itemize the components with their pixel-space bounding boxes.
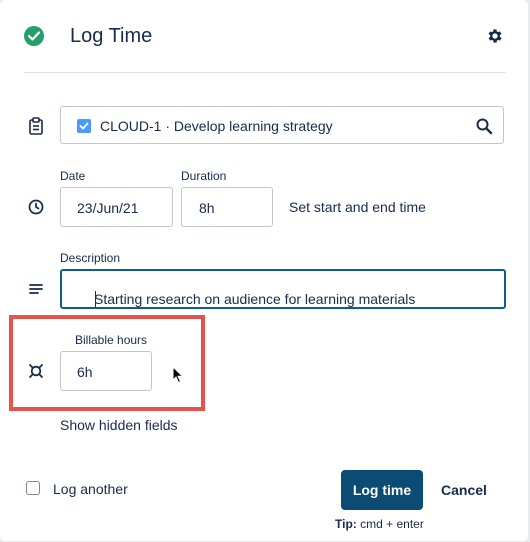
currency-icon	[26, 361, 46, 381]
description-label: Description	[60, 251, 121, 265]
gear-icon[interactable]	[486, 27, 504, 45]
log-another-checkbox[interactable]	[26, 481, 40, 495]
clipboard-icon	[26, 116, 46, 136]
dialog-title: Log Time	[70, 25, 153, 47]
duration-label: Duration	[181, 169, 227, 183]
duration-value: 8h	[199, 200, 215, 216]
description-field[interactable]: Starting research on audience for learni…	[60, 269, 506, 309]
header-divider	[24, 72, 506, 73]
task-checkbox-icon	[77, 119, 91, 133]
billable-hours-label: Billable hours	[75, 333, 148, 347]
keyboard-tip: Tip: cmd + enter	[335, 517, 424, 531]
date-field[interactable]: 23/Jun/21	[60, 187, 173, 227]
align-left-icon	[26, 279, 46, 299]
log-another-label[interactable]: Log another	[53, 481, 128, 497]
show-hidden-fields-link[interactable]: Show hidden fields	[60, 417, 178, 433]
cancel-button[interactable]: Cancel	[436, 470, 492, 510]
date-label: Date	[60, 169, 86, 183]
clock-icon	[26, 197, 46, 217]
date-value: 23/Jun/21	[77, 200, 139, 216]
billable-hours-value: 6h	[77, 364, 93, 380]
log-time-button[interactable]: Log time	[341, 470, 423, 510]
text-caret	[95, 291, 96, 307]
tip-prefix: Tip:	[335, 517, 357, 531]
check-circle-icon	[24, 26, 44, 46]
duration-field[interactable]: 8h	[181, 187, 273, 227]
billable-hours-field[interactable]: 6h	[60, 351, 152, 391]
log-time-dialog: Log Time CLOUD-1 · Develop learning stra…	[0, 0, 528, 541]
set-start-end-time-link[interactable]: Set start and end time	[289, 199, 426, 215]
search-icon[interactable]	[475, 117, 493, 135]
tip-text: cmd + enter	[360, 517, 424, 531]
issue-label: CLOUD-1 · Develop learning strategy	[100, 118, 333, 134]
issue-picker[interactable]: CLOUD-1 · Develop learning strategy	[60, 106, 504, 144]
description-value: Starting research on audience for learni…	[94, 291, 416, 307]
mouse-pointer-icon	[172, 365, 184, 389]
